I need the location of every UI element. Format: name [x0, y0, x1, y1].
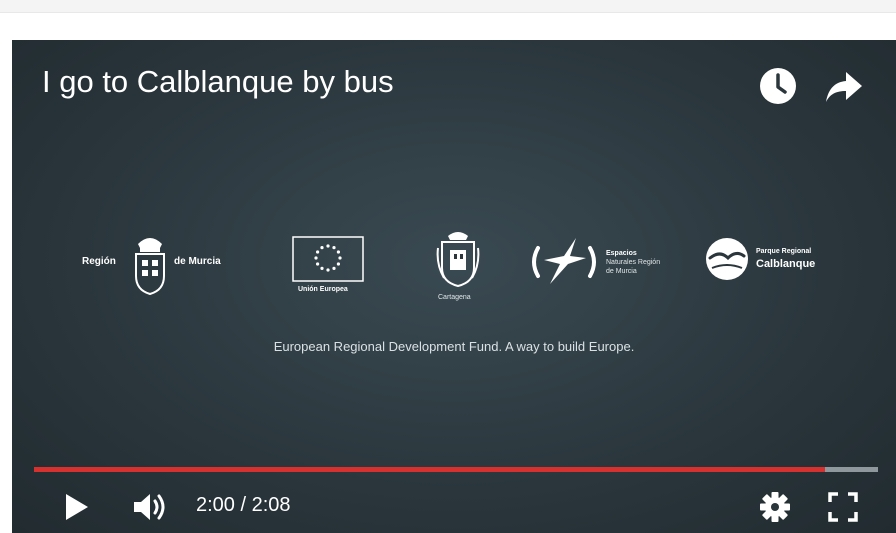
logo-eu-label: Unión Europea — [298, 286, 348, 293]
share-arrow-icon — [826, 72, 862, 102]
logo-region-murcia: Región de Murcia — [82, 230, 242, 300]
video-title[interactable]: I go to Calblanque by bus — [42, 64, 394, 100]
logo-cartagena: Cartagena — [434, 228, 484, 304]
logo-region-label-right: de Murcia — [174, 256, 221, 267]
coat-of-arms-icon — [135, 238, 165, 296]
gear-icon — [760, 492, 790, 522]
clock-icon — [760, 68, 796, 104]
time-display: 2:00 / 2:08 — [196, 494, 291, 517]
star-icon — [532, 238, 596, 284]
logo-calblanque-line1: Parque Regional — [756, 248, 812, 255]
settings-button[interactable] — [758, 490, 792, 524]
eu-flag-icon — [292, 236, 364, 282]
video-tagline: European Regional Development Fund. A wa… — [273, 339, 635, 354]
duration: 2:08 — [251, 494, 291, 516]
logo-union-europea: Unión Europea — [292, 236, 364, 300]
cartagena-crest-icon — [436, 232, 480, 288]
logo-cartagena-label: Cartagena — [438, 294, 471, 301]
fullscreen-icon — [828, 492, 858, 522]
video-player[interactable]: I go to Calblanque by bus Región de Murc… — [12, 40, 896, 533]
logo-espacios-line2: Naturales Región — [606, 259, 661, 266]
logo-calblanque-line2: Calblanque — [756, 258, 816, 270]
bird-icon — [706, 238, 748, 280]
progress-played — [34, 467, 826, 472]
player-controls: 2:00 / 2:08 — [12, 480, 896, 533]
watch-later-button[interactable] — [758, 66, 798, 106]
play-button[interactable] — [60, 490, 94, 524]
share-button[interactable] — [824, 66, 864, 106]
time-separator: / — [240, 494, 247, 516]
volume-icon — [134, 494, 165, 520]
fullscreen-button[interactable] — [826, 490, 860, 524]
logo-region-label-left: Región — [82, 256, 116, 267]
logo-espacios-line1: Espacios — [606, 250, 637, 257]
current-time: 2:00 — [196, 494, 235, 516]
volume-button[interactable] — [130, 490, 170, 524]
logo-calblanque: Parque Regional Calblanque — [704, 236, 844, 292]
logo-espacios-line3: de Murcia — [606, 268, 637, 275]
sponsor-logos: Región de Murcia Unión Europea Cartagena… — [12, 220, 896, 310]
play-icon — [66, 494, 88, 520]
progress-bar[interactable] — [34, 467, 878, 472]
logo-espacios-naturales: Espacios Naturales Región de Murcia — [530, 234, 690, 294]
page-top-bar — [0, 0, 896, 13]
